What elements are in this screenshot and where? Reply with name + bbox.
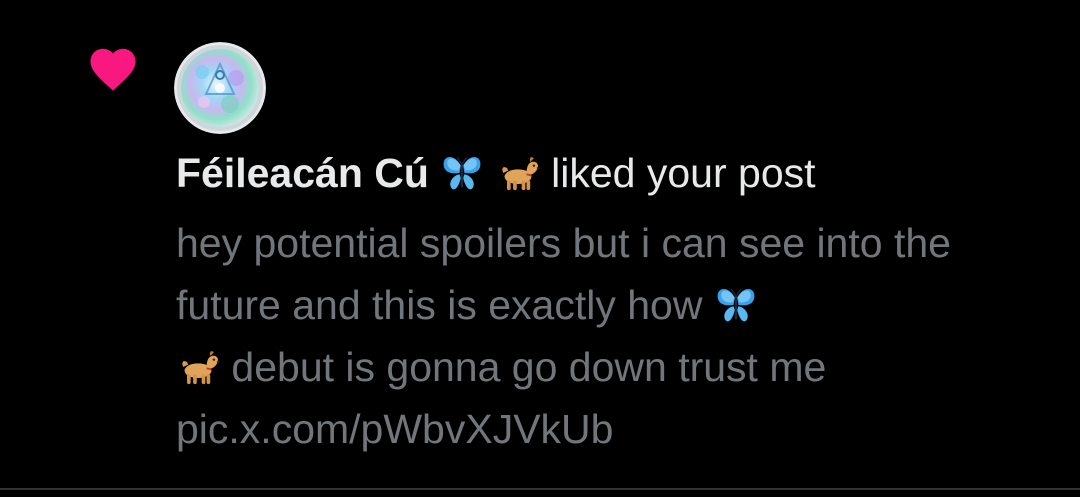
dog-emoji-icon <box>182 351 220 385</box>
notification-headline: Féileacán Cú liked your post <box>176 148 1016 198</box>
post-text[interactable]: hey potential spoilers but i can see int… <box>176 212 996 460</box>
post-text-part-1: hey potential spoilers but i can see int… <box>176 220 951 328</box>
like-notification[interactable]: Féileacán Cú liked your post hey potenti… <box>0 0 1080 488</box>
dog-emoji-icon <box>502 157 540 191</box>
notification-content: Féileacán Cú liked your post hey potenti… <box>176 148 1016 460</box>
divider <box>0 488 1080 490</box>
butterfly-emoji-icon <box>443 156 481 190</box>
post-link[interactable]: pic.x.com/pWbvXJVkUb <box>176 406 613 452</box>
action-text: liked your post <box>551 150 816 196</box>
heart-icon <box>90 48 136 91</box>
user-name[interactable]: Féileacán Cú <box>176 150 429 196</box>
post-text-part-2: debut is gonna go down trust me <box>231 344 827 390</box>
avatar[interactable] <box>174 42 266 134</box>
butterfly-emoji-icon <box>717 288 755 322</box>
